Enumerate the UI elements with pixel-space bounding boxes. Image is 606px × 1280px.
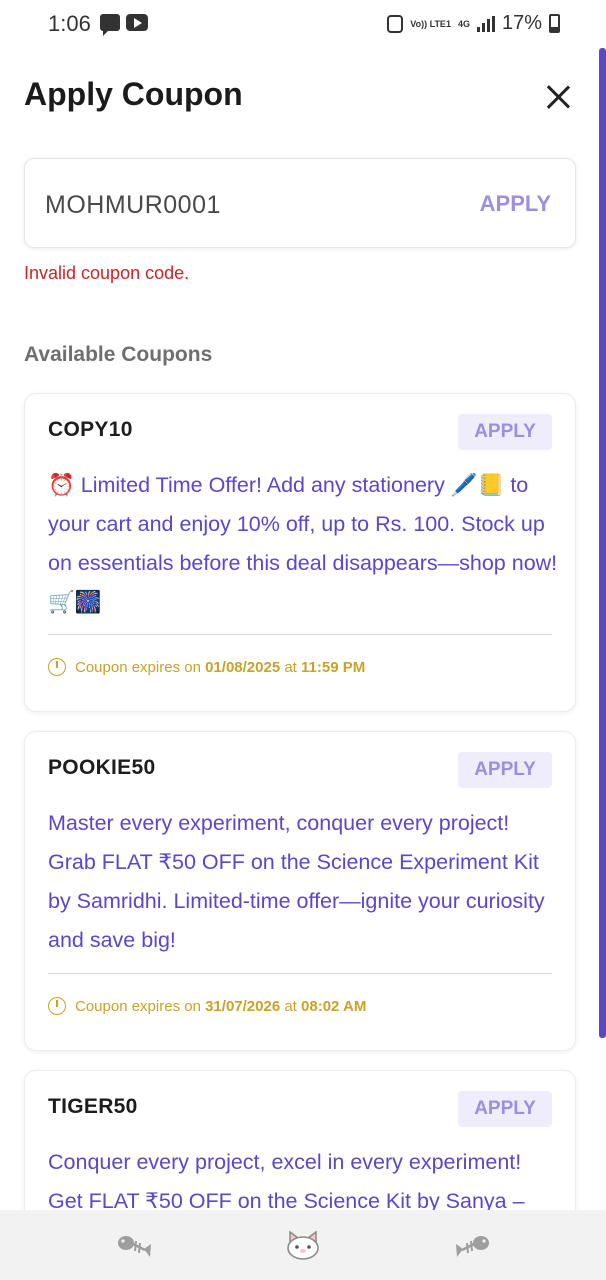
coupon-code-input[interactable] xyxy=(45,185,405,225)
expiry-time: 08:02 AM xyxy=(301,997,367,1015)
coupon-input-card: APPLY xyxy=(24,158,576,248)
coupon-code: COPY10 xyxy=(48,418,133,441)
status-time: 1:06 xyxy=(48,11,91,36)
coupon-expiry: Coupon expires on 01/08/2025 at 11:59 PM xyxy=(48,658,365,676)
expiry-at: at xyxy=(284,997,297,1015)
expiry-date: 01/08/2025 xyxy=(205,658,281,676)
expiry-prefix: Coupon expires on xyxy=(75,997,201,1015)
apply-coupon-button[interactable]: APPLY xyxy=(480,191,551,217)
status-bar: 1:06 Vo)) LTE1 4G 17% xyxy=(0,0,606,48)
close-icon[interactable] xyxy=(541,80,575,114)
coupon-card: COPY10 APPLY ⏰ Limited Time Offer! Add a… xyxy=(24,393,576,712)
cat-face-icon[interactable] xyxy=(286,1230,320,1260)
volte-indicator: Vo)) LTE1 xyxy=(410,18,451,29)
coupon-apply-button[interactable]: APPLY xyxy=(458,752,552,788)
divider xyxy=(48,634,552,635)
page-title: Apply Coupon xyxy=(24,76,243,112)
coupon-code: POOKIE50 xyxy=(48,756,156,779)
timer-icon xyxy=(48,997,66,1015)
scrollbar[interactable] xyxy=(599,48,606,1038)
divider xyxy=(48,973,552,974)
notification-icons xyxy=(100,14,148,36)
alarm-icon xyxy=(387,14,404,33)
signal-icon xyxy=(476,15,495,32)
fish-bone-icon[interactable] xyxy=(455,1230,491,1260)
bottom-navigation-bar xyxy=(0,1210,606,1280)
expiry-date: 31/07/2026 xyxy=(205,997,281,1015)
coupon-code: TIGER50 xyxy=(48,1095,138,1118)
expiry-time: 11:59 PM xyxy=(301,658,366,676)
coupon-description: Master every experiment, conquer every p… xyxy=(48,811,545,952)
timer-icon xyxy=(48,658,66,676)
coupon-expiry: Coupon expires on 31/07/2026 at 08:02 AM xyxy=(48,997,366,1015)
coupon-description: ⏰ Limited Time Offer! Add any stationery… xyxy=(48,473,558,614)
network-indicator: 4G xyxy=(457,18,470,29)
battery-percent: 17% xyxy=(501,12,542,34)
coupon-apply-button[interactable]: APPLY xyxy=(458,1091,552,1127)
coupon-card: POOKIE50 APPLY Master every experiment, … xyxy=(24,731,576,1051)
expiry-prefix: Coupon expires on xyxy=(75,658,201,676)
youtube-icon xyxy=(126,14,148,31)
coupon-apply-button[interactable]: APPLY xyxy=(458,414,552,450)
message-icon xyxy=(100,14,120,36)
battery-icon xyxy=(549,14,560,33)
system-icons: Vo)) LTE1 4G 17% xyxy=(387,12,560,35)
coupon-error-message: Invalid coupon code. xyxy=(24,263,190,283)
fish-bone-icon[interactable] xyxy=(116,1230,152,1260)
expiry-at: at xyxy=(284,658,297,676)
available-coupons-title: Available Coupons xyxy=(24,343,213,366)
